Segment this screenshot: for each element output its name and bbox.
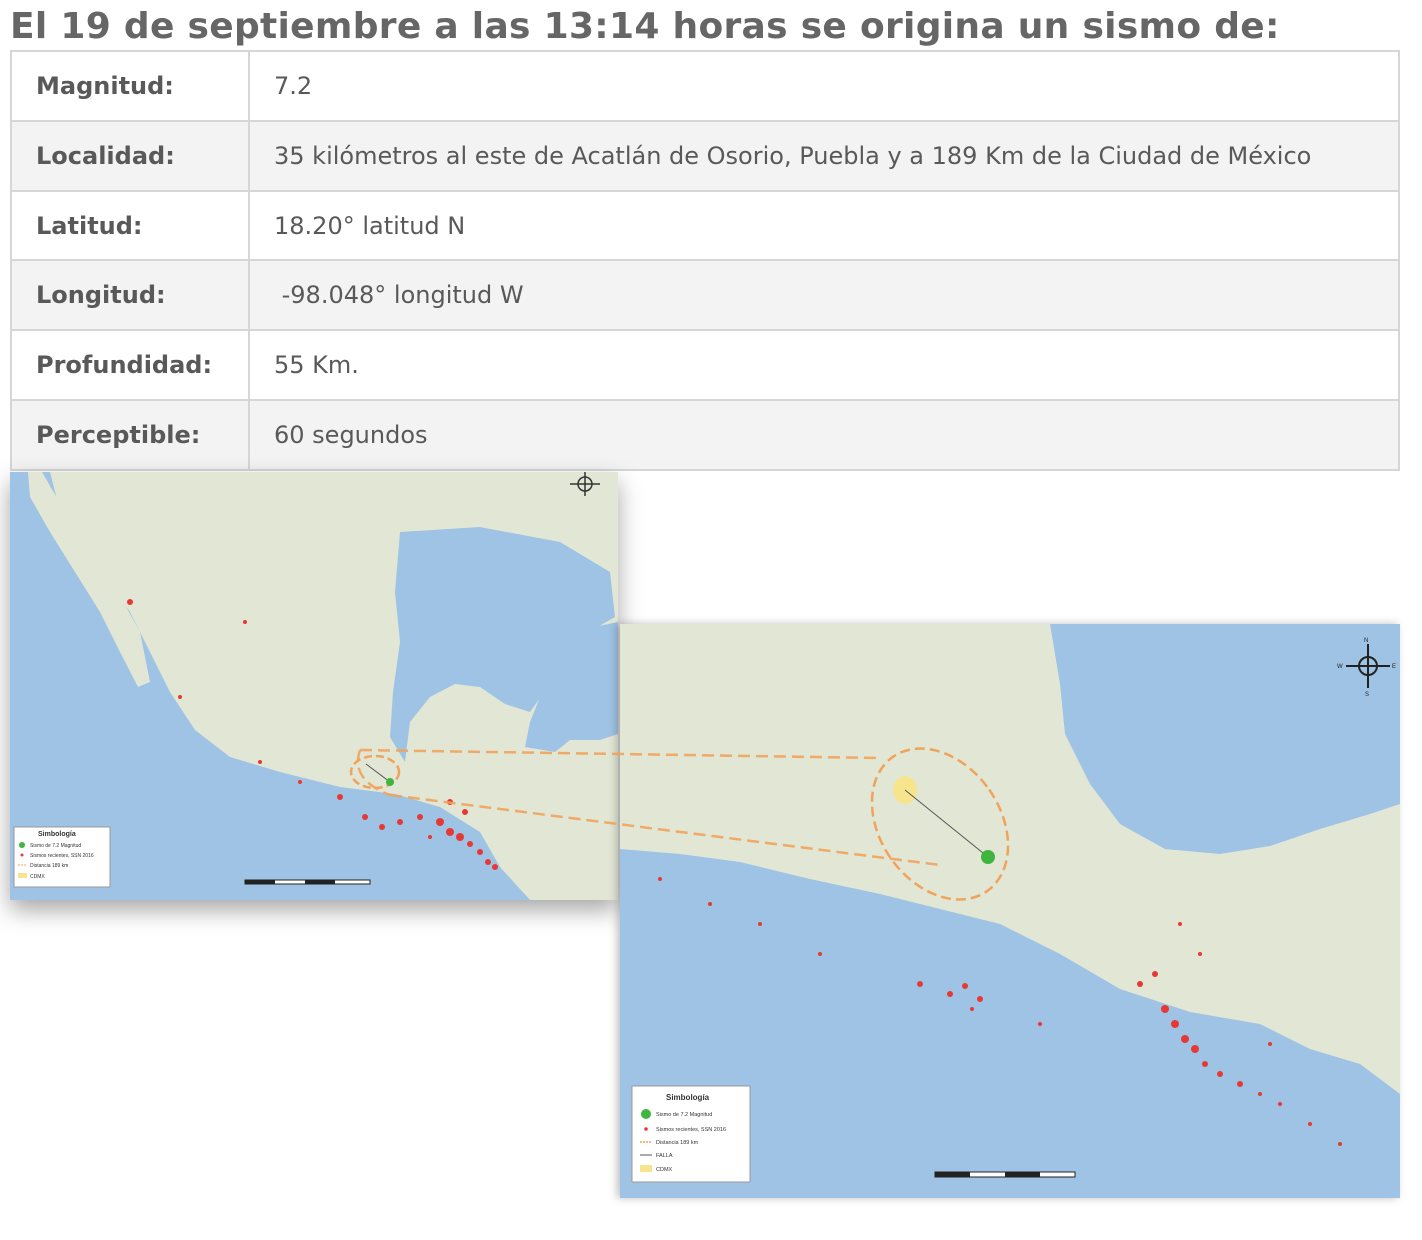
page-heading: El 19 de septiembre a las 13:14 horas se… — [10, 6, 1280, 47]
compass-e: E — [1392, 664, 1396, 670]
scale-bar — [934, 1171, 1076, 1178]
legend-item: Sismos recientes, SSN 2016 — [30, 853, 94, 859]
table-row: Localidad: 35 kilómetros al este de Acat… — [10, 119, 1400, 192]
row-label: Perceptible: — [10, 399, 250, 471]
earthquake-info-table: Magnitud: 7.2 Localidad: 35 kilómetros a… — [10, 50, 1400, 471]
legend-item: Distancia 189 km — [30, 863, 68, 869]
table-row: Perceptible: 60 segundos — [10, 399, 1400, 471]
legend-cdmx-symbol — [640, 1165, 652, 1172]
compass-w: W — [1337, 664, 1343, 670]
legend-title: Simbología — [666, 1093, 710, 1102]
row-label: Profundidad: — [10, 329, 250, 402]
row-value: 35 kilómetros al este de Acatlán de Osor… — [248, 119, 1400, 192]
legend-cdmx-symbol — [18, 873, 27, 878]
legend-item: Sismo de 7.2 Magnitud — [30, 843, 81, 849]
row-label: Magnitud: — [10, 50, 250, 122]
legend: Simbología Sismo de 7.2 Magnitud Sismos … — [13, 826, 111, 888]
table-row: Magnitud: 7.2 — [10, 50, 1400, 122]
legend-item: FALLA — [656, 1153, 673, 1159]
row-value: -98.048° longitud W — [248, 259, 1400, 332]
row-label: Latitud: — [10, 189, 250, 262]
legend-epicenter-symbol — [641, 1109, 651, 1119]
overview-map: Simbología Sismo de 7.2 Magnitud Sismos … — [10, 472, 618, 900]
legend-epicenter-symbol — [19, 842, 25, 848]
legend-item: Distancia 189 km — [656, 1140, 699, 1146]
legend-item: CDMX — [30, 874, 45, 880]
zoomed-map: N S E W Simbología Sismo de 7.2 Magnitud… — [620, 624, 1400, 1198]
legend-title: Simbología — [38, 831, 76, 838]
legend-item: Sismo de 7.2 Magnitud — [656, 1112, 712, 1118]
table-row: Profundidad: 55 Km. — [10, 329, 1400, 402]
row-label: Longitud: — [10, 259, 250, 332]
compass-n: N — [1364, 638, 1368, 644]
scale-bar — [244, 879, 371, 885]
legend-item: CDMX — [656, 1167, 673, 1173]
compass-s: S — [1365, 692, 1369, 698]
epicenter-marker — [386, 778, 394, 786]
table-row: Longitud: -98.048° longitud W — [10, 259, 1400, 332]
row-value: 18.20° latitud N — [248, 189, 1400, 262]
legend-quakes-symbol — [20, 853, 24, 857]
row-value: 55 Km. — [248, 329, 1400, 402]
row-label: Localidad: — [10, 119, 250, 192]
legend-quakes-symbol — [644, 1127, 648, 1131]
epicenter-marker — [981, 850, 995, 864]
legend: Simbología Sismo de 7.2 Magnitud Sismos … — [631, 1085, 751, 1183]
row-value: 7.2 — [248, 50, 1400, 122]
legend-item: Sismos recientes, SSN 2016 — [656, 1127, 726, 1133]
row-value: 60 segundos — [248, 399, 1400, 471]
table-row: Latitud: 18.20° latitud N — [10, 189, 1400, 262]
